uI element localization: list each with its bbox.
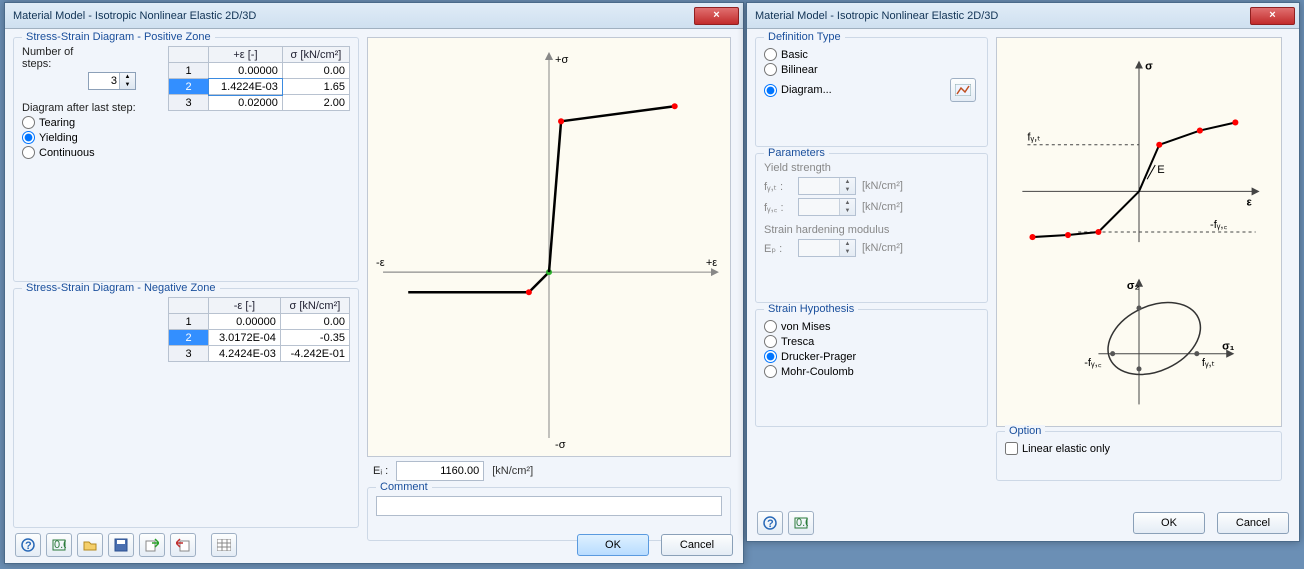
group-legend: Stress-Strain Diagram - Positive Zone — [22, 31, 215, 43]
units-icon[interactable]: 0.00 — [788, 511, 814, 535]
ep-input: ▲▼ — [798, 239, 856, 257]
group-strain-hypothesis: Strain Hypothesis von Mises Tresca Druck… — [755, 309, 988, 427]
radio-yielding[interactable]: Yielding — [22, 131, 162, 144]
table-row: 23.0172E-04-0.35 — [169, 330, 350, 346]
group-negative-zone: Stress-Strain Diagram - Negative Zone -ε… — [13, 288, 359, 528]
svg-text:ε: ε — [1247, 197, 1253, 209]
svg-text:σ₂: σ₂ — [1127, 280, 1140, 292]
export-icon[interactable] — [170, 533, 196, 557]
table-positive[interactable]: +ε [-]σ [kN/cm²] 10.000000.00 21.4224E-0… — [168, 46, 350, 111]
group-parameters: Parameters Yield strength fᵧ,ₜ : ▲▼ [kN/… — [755, 153, 988, 303]
radio-continuous[interactable]: Continuous — [22, 146, 162, 159]
radio-drucker-prager[interactable]: Drucker-Prager — [764, 350, 979, 363]
fyc-input: ▲▼ — [798, 198, 856, 216]
titlebar[interactable]: Material Model - Isotropic Nonlinear Ela… — [5, 3, 743, 29]
radio-von-mises[interactable]: von Mises — [764, 320, 979, 333]
window-title: Material Model - Isotropic Nonlinear Ela… — [755, 10, 1250, 22]
spinner-buttons-icon: ▲▼ — [839, 240, 855, 256]
table-icon[interactable] — [211, 533, 237, 557]
check-linear-elastic[interactable]: Linear elastic only — [1005, 442, 1273, 455]
edit-diagram-icon[interactable] — [950, 78, 976, 102]
radio-tresca[interactable]: Tresca — [764, 335, 979, 348]
cancel-button[interactable]: Cancel — [661, 534, 733, 556]
svg-text:+σ: +σ — [555, 54, 568, 66]
radio-diagram[interactable]: Diagram... — [764, 84, 950, 97]
open-icon[interactable] — [77, 533, 103, 557]
svg-text:?: ? — [767, 518, 774, 530]
radio-basic[interactable]: Basic — [764, 48, 979, 61]
ok-button[interactable]: OK — [577, 534, 649, 556]
comment-input[interactable] — [376, 496, 722, 516]
table-row: 30.020002.00 — [169, 95, 350, 111]
stress-strain-chart: +σ -σ +ε -ε — [367, 37, 731, 457]
num-steps-input[interactable] — [89, 73, 119, 89]
yield-strength-label: Yield strength — [764, 162, 979, 174]
schematic-diagrams: σ ε fᵧ,ₜ -fᵧ,꜀ E σ₂ σ₁ fᵧ,ₜ — [996, 37, 1282, 427]
help-icon[interactable]: ? — [15, 533, 41, 557]
svg-text:σ₁: σ₁ — [1222, 341, 1235, 353]
svg-text:fᵧ,ₜ: fᵧ,ₜ — [1202, 357, 1215, 369]
group-legend: Stress-Strain Diagram - Negative Zone — [22, 282, 220, 294]
fyt-input: ▲▼ — [798, 177, 856, 195]
svg-text:fᵧ,ₜ: fᵧ,ₜ — [1027, 132, 1040, 144]
svg-text:0.00: 0.00 — [54, 539, 66, 551]
save-icon[interactable] — [108, 533, 134, 557]
dialog-footer: ? 0.00 OK Cancel — [747, 511, 1299, 535]
radio-tearing[interactable]: Tearing — [22, 116, 162, 129]
spinner-buttons-icon[interactable]: ▲▼ — [119, 73, 135, 89]
ei-unit: [kN/cm²] — [492, 465, 533, 477]
radio-bilinear[interactable]: Bilinear — [764, 63, 979, 76]
after-step-label: Diagram after last step: — [22, 102, 162, 114]
table-row: 10.000000.00 — [169, 314, 350, 330]
import-icon[interactable] — [139, 533, 165, 557]
ok-button[interactable]: OK — [1133, 512, 1205, 534]
svg-text:σ: σ — [1145, 61, 1153, 73]
comment-label: Comment — [376, 481, 432, 493]
svg-text:-ε: -ε — [376, 257, 385, 269]
dialog-material-model-1: Material Model - Isotropic Nonlinear Ela… — [4, 2, 744, 564]
ei-label: Eᵢ : — [373, 465, 388, 477]
table-row: 10.000000.00 — [169, 63, 350, 79]
group-definition-type: Definition Type Basic Bilinear Diagram..… — [755, 37, 988, 147]
dialog-material-model-2: Material Model - Isotropic Nonlinear Ela… — [746, 2, 1300, 542]
shm-label: Strain hardening modulus — [764, 224, 979, 236]
titlebar[interactable]: Material Model - Isotropic Nonlinear Ela… — [747, 3, 1299, 29]
table-row: 34.2424E-03-4.242E-01 — [169, 346, 350, 362]
window-title: Material Model - Isotropic Nonlinear Ela… — [13, 10, 694, 22]
group-positive-zone: Stress-Strain Diagram - Positive Zone Nu… — [13, 37, 359, 282]
dialog-footer: ? 0.00 OK Cancel — [5, 533, 743, 557]
group-option: Option Linear elastic only — [996, 431, 1282, 481]
svg-text:-fᵧ,꜀: -fᵧ,꜀ — [1210, 219, 1227, 231]
svg-text:-fᵧ,꜀: -fᵧ,꜀ — [1084, 357, 1101, 369]
num-steps-label: Number of steps: — [22, 46, 82, 70]
cancel-button[interactable]: Cancel — [1217, 512, 1289, 534]
num-steps-spinner[interactable]: ▲▼ — [88, 72, 136, 90]
svg-text:?: ? — [25, 540, 32, 552]
svg-text:+ε: +ε — [706, 257, 717, 269]
close-icon[interactable]: × — [694, 7, 739, 25]
close-icon[interactable]: × — [1250, 7, 1295, 25]
svg-text:-σ: -σ — [555, 439, 566, 451]
help-icon[interactable]: ? — [757, 511, 783, 535]
spinner-buttons-icon: ▲▼ — [839, 199, 855, 215]
svg-text:E: E — [1157, 164, 1164, 176]
table-row: 21.4224E-031.65 — [169, 79, 350, 95]
table-negative[interactable]: -ε [-]σ [kN/cm²] 10.000000.00 23.0172E-0… — [168, 297, 350, 362]
radio-mohr-coulomb[interactable]: Mohr-Coulomb — [764, 365, 979, 378]
spinner-buttons-icon: ▲▼ — [839, 178, 855, 194]
ei-input[interactable] — [396, 461, 484, 481]
units-icon[interactable]: 0.00 — [46, 533, 72, 557]
svg-text:0.00: 0.00 — [796, 517, 808, 529]
